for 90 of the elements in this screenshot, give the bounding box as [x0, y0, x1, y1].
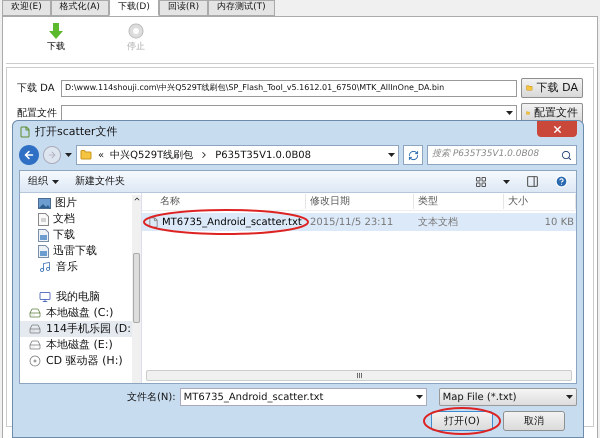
tab[interactable]: 欢迎(E) — [2, 0, 51, 16]
view-icon[interactable] — [475, 176, 487, 188]
sidebar-label: 迅雷下载 — [53, 242, 98, 259]
caret-icon — [506, 111, 513, 115]
forward-arrow-icon — [47, 150, 57, 160]
refresh-icon — [408, 150, 418, 160]
caret-icon — [388, 153, 395, 157]
dialog-button[interactable]: 取消 — [503, 411, 565, 431]
computer-icon — [38, 290, 52, 304]
column-header[interactable]: 类型 — [414, 194, 504, 209]
field-label: 配置文件 — [17, 106, 57, 120]
file-name: MT6735_Android_scatter.txt — [162, 216, 302, 230]
field-label: 下载 DA — [17, 82, 56, 96]
search-field[interactable]: 搜索 P635T35V1.0.0B08 — [427, 145, 577, 165]
download-icon — [38, 244, 49, 258]
scroll-thumb[interactable] — [133, 253, 140, 323]
file-type: 文本文档 — [417, 216, 459, 230]
pictures-icon — [38, 198, 51, 208]
sidebar-item[interactable]: 我的电脑 — [20, 289, 132, 305]
back-button[interactable] — [19, 145, 39, 165]
close-button[interactable] — [537, 121, 577, 137]
sidebar-item[interactable]: 下载 — [20, 227, 132, 243]
caret-icon — [52, 180, 59, 184]
overflow-chevron[interactable]: « — [98, 148, 104, 162]
sidebar-label: CD 驱动器 (H:) — [46, 352, 124, 369]
down-arrow-icon — [49, 23, 63, 39]
tab[interactable]: 回读(R) — [158, 0, 208, 16]
caret-icon — [566, 395, 573, 399]
help-icon[interactable] — [555, 175, 568, 188]
command-button[interactable]: 组织 — [28, 174, 59, 189]
refresh-button[interactable] — [403, 145, 423, 165]
dialog-button[interactable]: 打开(O) — [431, 411, 493, 431]
scroll-up-icon — [132, 195, 140, 203]
sidebar-label: 音乐 — [56, 258, 79, 275]
sidebar-label: 114手机乐园 (D: — [46, 320, 132, 337]
stop-icon — [128, 23, 144, 39]
sidebar-label: 文档 — [53, 210, 76, 227]
browse-button[interactable]: 下载 DA — [521, 78, 583, 98]
field-label: 文件名(N): — [127, 390, 176, 404]
drive-icon — [28, 338, 42, 352]
document-icon — [38, 212, 49, 226]
drive-icon — [28, 322, 42, 336]
text-file-icon — [148, 216, 159, 228]
sidebar-item[interactable]: 本地磁盘 (C:) — [20, 305, 132, 321]
preview-pane-icon[interactable] — [526, 175, 539, 188]
tab[interactable]: 内存测试(T) — [208, 0, 275, 16]
file-type-dropdown[interactable]: Map File (*.txt) — [438, 388, 577, 406]
caret-icon — [65, 153, 72, 157]
file-size: 10 KB — [544, 216, 575, 230]
address-bar[interactable]: « 中兴Q529T线刷包 P635T35V1.0.0B08 — [76, 145, 399, 165]
sidebar-item[interactable]: 音乐 — [20, 259, 132, 275]
folder-icon — [80, 149, 92, 161]
sidebar-label: 本地磁盘 (C:) — [46, 304, 114, 321]
sidebar-item[interactable]: 本地磁盘 (E:) — [20, 337, 132, 353]
path-field[interactable]: D:\www.114shouji.com\中兴Q529T线刷包\SP_Flash_Tool_v5.1612.01_6750\MTK_AllInOne_DA.bin — [61, 80, 517, 96]
sidebar-label: 本地磁盘 (E:) — [46, 336, 114, 353]
column-header[interactable]: 修改日期 — [306, 194, 414, 209]
scrollbar[interactable] — [132, 195, 141, 383]
disc-icon — [28, 354, 42, 368]
sidebar-item[interactable]: 文档 — [20, 211, 132, 227]
filename-field[interactable]: MT6735_Android_scatter.txt — [180, 388, 427, 406]
column-header[interactable]: 名称 — [142, 194, 306, 209]
drive-icon — [28, 306, 42, 320]
sidebar-label: 图片 — [55, 194, 78, 211]
sidebar-label: 下载 — [53, 226, 76, 243]
command-button[interactable]: 新建文件夹 — [75, 174, 125, 189]
breadcrumb-item[interactable]: P635T35V1.0.0B08 — [215, 148, 312, 162]
file-date: 2015/11/5 23:11 — [309, 216, 394, 230]
sidebar-item[interactable]: 迅雷下载 — [20, 243, 132, 259]
close-icon — [552, 124, 562, 134]
toolbar-button[interactable]: 下载 — [36, 23, 76, 63]
breadcrumb-item[interactable]: 中兴Q529T线刷包 — [110, 148, 194, 162]
horizontal-scrollbar[interactable] — [146, 370, 572, 381]
sidebar-item[interactable]: CD 驱动器 (H:) — [20, 353, 132, 369]
tab[interactable]: 格式化(A) — [50, 0, 109, 16]
sidebar-label: 我的电脑 — [56, 288, 101, 305]
music-icon — [38, 260, 52, 274]
sidebar-item[interactable]: 114手机乐园 (D: — [20, 321, 132, 337]
config-dropdown[interactable] — [61, 104, 517, 122]
file-icon — [19, 126, 31, 138]
search-icon — [561, 150, 572, 160]
back-arrow-icon — [23, 149, 35, 161]
caret-icon — [416, 395, 423, 399]
grip-icon — [356, 372, 362, 379]
download-icon — [38, 228, 49, 242]
sidebar-item[interactable]: 图片 — [20, 195, 132, 211]
caret-icon — [503, 180, 510, 184]
dialog-title: 打开scatter文件 — [35, 124, 118, 140]
column-header[interactable]: 大小 — [504, 194, 576, 209]
tab[interactable]: 下载(D) — [108, 0, 159, 16]
